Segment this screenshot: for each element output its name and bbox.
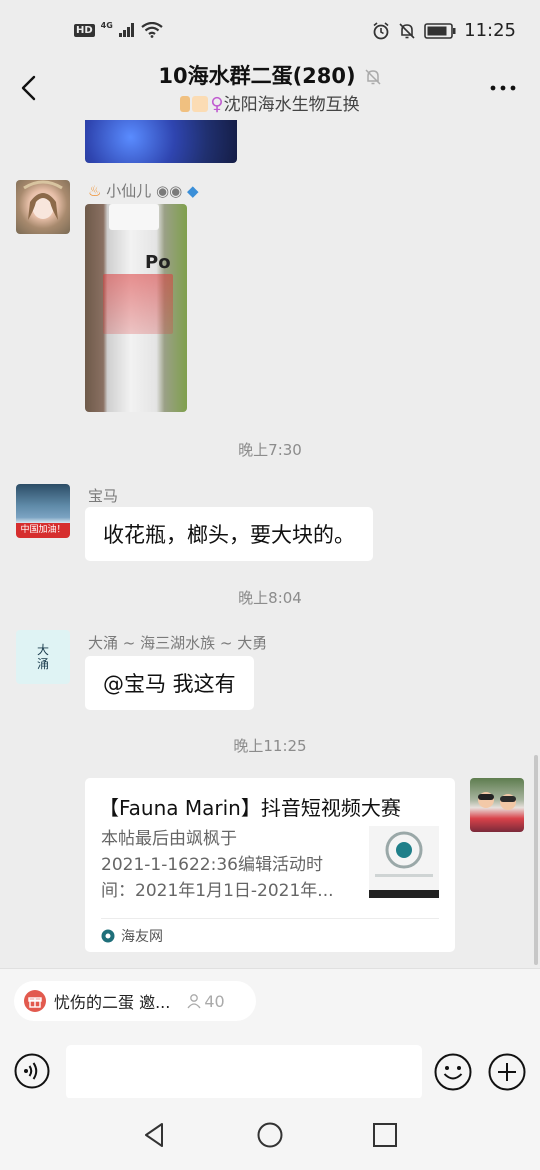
skin-tone-icon xyxy=(192,96,209,112)
avatar-badge: 中国加油！ xyxy=(16,523,70,538)
emoji-icon[interactable] xyxy=(434,1053,472,1091)
hd-indicator: HD xyxy=(74,23,95,37)
clock: 11:25 xyxy=(464,20,516,41)
fire-icon: ♨ xyxy=(88,182,102,200)
chat-subtitle: 沈阳海水生物互换 xyxy=(223,95,360,115)
card-desc-line: 2021-1-1622:36编辑活动时 xyxy=(101,855,323,875)
card-divider xyxy=(101,918,439,919)
invite-chip[interactable]: 忧伤的二蛋 邀... 40 xyxy=(14,981,256,1021)
image-message[interactable]: Po xyxy=(85,204,187,412)
link-card-message[interactable]: 【Fauna Marin】抖音短视频大赛 本帖最后由飒枫于 2021-1-162… xyxy=(85,778,455,952)
sender-name: 宝马 xyxy=(88,487,119,505)
card-description: 本帖最后由飒枫于 2021-1-1622:36编辑活动时 间：2021年1月1日… xyxy=(101,826,351,904)
avatar[interactable] xyxy=(470,778,524,832)
avatar-portrait-icon xyxy=(478,792,516,810)
invite-text: 忧伤的二蛋 邀... xyxy=(54,993,171,1012)
chat-subtitle-row: ♀沈阳海水生物互换 xyxy=(0,90,540,115)
invite-count: 40 xyxy=(186,991,225,1011)
input-area: 忧伤的二蛋 邀... 40 xyxy=(0,968,540,1099)
message-input[interactable] xyxy=(66,1045,422,1099)
chat-header: 10海水群二蛋(280) ♀沈阳海水生物互换 xyxy=(0,56,540,120)
system-nav-bar xyxy=(0,1098,540,1170)
chat-title: 10海水群二蛋(280) xyxy=(158,64,356,88)
invite-count-value: 40 xyxy=(204,991,225,1011)
network-type: 4G xyxy=(100,20,113,30)
avatar-portrait-icon xyxy=(23,180,63,220)
text-message[interactable]: 收花瓶，榔头，要大块的。 xyxy=(85,507,373,561)
message-list[interactable]: ♨ 小仙儿 ◉◉ ◆ Po 晚上7:30 中国加油！ 宝马 收花瓶，榔头，要大块… xyxy=(0,120,540,968)
nav-back-icon[interactable] xyxy=(140,1120,170,1150)
timestamp: 晚上11:25 xyxy=(233,737,307,755)
nav-recent-icon[interactable] xyxy=(370,1120,400,1150)
card-title: 【Fauna Marin】抖音短视频大赛 xyxy=(99,796,401,820)
sender-name: 大涌 ~ 海三湖水族 ~ 大勇 xyxy=(88,634,268,652)
voice-icon[interactable] xyxy=(14,1053,50,1089)
image-message-partial[interactable] xyxy=(85,120,237,163)
sender-name: ♨ 小仙儿 ◉◉ ◆ xyxy=(88,182,199,200)
avatar[interactable] xyxy=(16,180,70,234)
timestamp: 晚上7:30 xyxy=(238,441,302,459)
mute-bell-icon xyxy=(365,69,381,85)
status-bar: HD 4G 11:25 xyxy=(0,0,540,64)
person-icon xyxy=(187,994,201,1009)
gift-icon xyxy=(24,990,46,1012)
avatar[interactable]: 大 涌 xyxy=(16,630,70,684)
bell-off-icon xyxy=(399,22,415,39)
status-right: 11:25 xyxy=(372,20,516,41)
scrollbar[interactable] xyxy=(534,755,538,965)
card-desc-line: 间：2021年1月1日-2021年... xyxy=(101,881,334,901)
card-thumbnail xyxy=(369,826,439,898)
nav-home-icon[interactable] xyxy=(255,1120,285,1150)
chat-title-row: 10海水群二蛋(280) xyxy=(0,60,540,90)
bottle-cap xyxy=(109,204,159,230)
signal-icon xyxy=(118,23,134,37)
battery-icon xyxy=(424,22,456,39)
card-source: 海友网 xyxy=(101,926,163,946)
eyes-icon: ◉◉ xyxy=(156,182,183,200)
person-emoji-icon xyxy=(180,96,191,112)
status-left: HD 4G xyxy=(74,20,163,38)
source-logo-icon xyxy=(101,929,115,943)
text-message[interactable]: @宝马 我这有 xyxy=(85,656,254,710)
alarm-icon xyxy=(373,21,389,39)
card-logo-icon xyxy=(369,831,439,898)
avatar[interactable]: 中国加油！ xyxy=(16,484,70,538)
bottle-brand-text: Po xyxy=(145,252,171,273)
card-desc-line: 本帖最后由飒枫于 xyxy=(101,829,237,849)
bottle-label xyxy=(103,274,173,334)
wifi-icon xyxy=(141,22,163,38)
avatar-text: 大 涌 xyxy=(36,643,49,671)
female-sign-icon: ♀ xyxy=(210,94,224,115)
plus-icon[interactable] xyxy=(488,1053,526,1091)
card-source-name: 海友网 xyxy=(121,929,163,945)
timestamp: 晚上8:04 xyxy=(238,589,302,607)
more-icon[interactable] xyxy=(488,78,518,98)
whale-icon: ◆ xyxy=(187,182,199,200)
